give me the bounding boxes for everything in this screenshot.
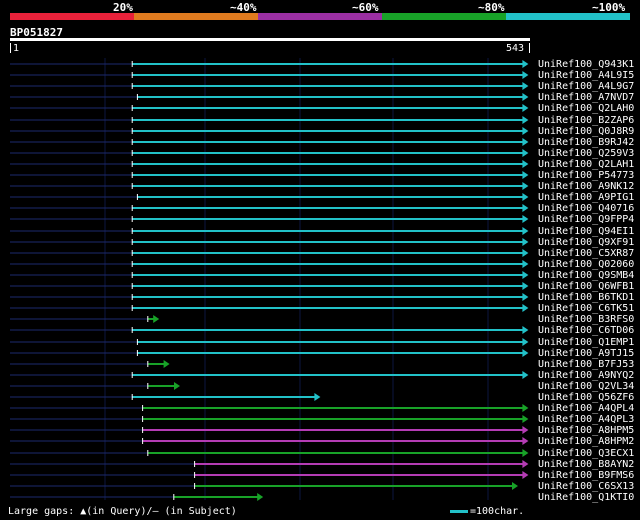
- hit-label[interactable]: UniRef100_A9PIG1: [538, 192, 634, 203]
- legend-text: =100char.: [470, 506, 525, 517]
- hit-label[interactable]: UniRef100_C6TK51: [538, 303, 634, 314]
- hit-label[interactable]: UniRef100_Q9SMB4: [538, 270, 634, 281]
- hit-label[interactable]: UniRef100_Q1EMP1: [538, 337, 634, 348]
- hit-label[interactable]: UniRef100_A4QPL3: [538, 414, 634, 425]
- hit-arrow-icon: [522, 349, 529, 357]
- hit-arrow-icon: [522, 127, 529, 135]
- hit-arrow-icon: [522, 449, 529, 457]
- hit-label[interactable]: UniRef100_B7FJ53: [538, 359, 634, 370]
- hit-label[interactable]: UniRef100_Q0J8R9: [538, 126, 634, 137]
- hit-arrow-icon: [522, 171, 529, 179]
- hit-arrow-icon: [522, 338, 529, 346]
- hit-label[interactable]: UniRef100_A7NVD7: [538, 92, 634, 103]
- hit-arrow-icon: [522, 60, 529, 68]
- hit-arrow-icon: [522, 104, 529, 112]
- hit-label[interactable]: UniRef100_B9RJ42: [538, 137, 634, 148]
- hit-label[interactable]: UniRef100_Q2LAH0: [538, 103, 634, 114]
- hit-label[interactable]: UniRef100_B9FMS6: [538, 470, 634, 481]
- hit-arrow-icon: [522, 249, 529, 257]
- hit-label[interactable]: UniRef100_A8HPM5: [538, 425, 634, 436]
- hit-arrow-icon: [522, 116, 529, 124]
- hit-arrow-icon: [522, 460, 529, 468]
- hit-label[interactable]: UniRef100_A9NK12: [538, 181, 634, 192]
- hit-arrow-icon: [522, 93, 529, 101]
- hit-arrow-icon: [522, 371, 529, 379]
- hit-label[interactable]: UniRef100_Q9FPP4: [538, 214, 634, 225]
- hit-label[interactable]: UniRef100_A4L9I5: [538, 70, 634, 81]
- hit-arrow-icon: [163, 360, 170, 368]
- large-gaps-legend: Large gaps: ▲(in Query)/— (in Subject): [8, 506, 237, 517]
- hit-arrow-icon: [522, 437, 529, 445]
- hit-label[interactable]: UniRef100_Q2LAH1: [538, 159, 634, 170]
- hit-arrow-icon: [522, 215, 529, 223]
- hit-arrow-icon: [522, 293, 529, 301]
- hit-label[interactable]: UniRef100_B2ZAP6: [538, 115, 634, 126]
- hit-label[interactable]: UniRef100_Q2VL34: [538, 381, 634, 392]
- hit-label[interactable]: UniRef100_Q94EI1: [538, 226, 634, 237]
- hit-label[interactable]: UniRef100_Q3ECX1: [538, 448, 634, 459]
- hit-arrow-icon: [522, 426, 529, 434]
- hit-arrow-icon: [522, 238, 529, 246]
- hit-label[interactable]: UniRef100_Q9XF91: [538, 237, 634, 248]
- hit-arrow-icon: [522, 415, 529, 423]
- hit-arrow-icon: [314, 393, 321, 401]
- hit-label[interactable]: UniRef100_C5XR87: [538, 248, 634, 259]
- hit-label[interactable]: UniRef100_B6TKD1: [538, 292, 634, 303]
- hit-label[interactable]: UniRef100_A4L9G7: [538, 81, 634, 92]
- hit-label[interactable]: UniRef100_Q02060: [538, 259, 634, 270]
- hit-arrow-icon: [522, 160, 529, 168]
- hit-arrow-icon: [512, 482, 518, 490]
- hit-arrow-icon: [522, 404, 529, 412]
- hit-label[interactable]: UniRef100_A9NYQ2: [538, 370, 634, 381]
- hit-arrow-icon: [522, 82, 529, 90]
- hit-label[interactable]: UniRef100_B3RFS0: [538, 314, 634, 325]
- hit-arrow-icon: [522, 304, 529, 312]
- hit-arrow-icon: [153, 315, 160, 323]
- hit-label[interactable]: UniRef100_Q259V3: [538, 148, 634, 159]
- hit-arrow-icon: [522, 260, 529, 268]
- hit-arrow-icon: [522, 282, 529, 290]
- hit-arrow-icon: [522, 471, 529, 479]
- hit-label[interactable]: UniRef100_P54773: [538, 170, 634, 181]
- hit-arrow-icon: [522, 204, 529, 212]
- hit-label[interactable]: UniRef100_A4QPL4: [538, 403, 634, 414]
- hit-arrow-icon: [522, 138, 529, 146]
- hit-arrow-icon: [522, 149, 529, 157]
- hit-label[interactable]: UniRef100_A8HPM2: [538, 436, 634, 447]
- hit-label[interactable]: UniRef100_Q40716: [538, 203, 634, 214]
- scale-legend: =100char.: [450, 506, 524, 517]
- legend-bar-icon: [450, 509, 468, 513]
- hit-arrow-icon: [522, 271, 529, 279]
- hit-arrow-icon: [257, 493, 264, 501]
- hit-arrow-icon: [174, 382, 180, 390]
- hit-arrow-icon: [522, 193, 529, 201]
- hit-label[interactable]: UniRef100_C6SX13: [538, 481, 634, 492]
- hit-label[interactable]: UniRef100_Q6WFB1: [538, 281, 634, 292]
- hit-arrow-icon: [522, 326, 529, 334]
- hit-label[interactable]: UniRef100_Q56ZF6: [538, 392, 634, 403]
- hit-arrow-icon: [522, 71, 529, 79]
- hit-label[interactable]: UniRef100_C6TD06: [538, 325, 634, 336]
- hit-label[interactable]: UniRef100_B8AYN2: [538, 459, 634, 470]
- hit-label[interactable]: UniRef100_Q1KTI0: [538, 492, 634, 503]
- hit-label[interactable]: UniRef100_A9TJ15: [538, 348, 634, 359]
- hit-arrow-icon: [522, 182, 529, 190]
- hit-arrow-icon: [522, 227, 529, 235]
- hit-label[interactable]: UniRef100_Q943K1: [538, 59, 634, 70]
